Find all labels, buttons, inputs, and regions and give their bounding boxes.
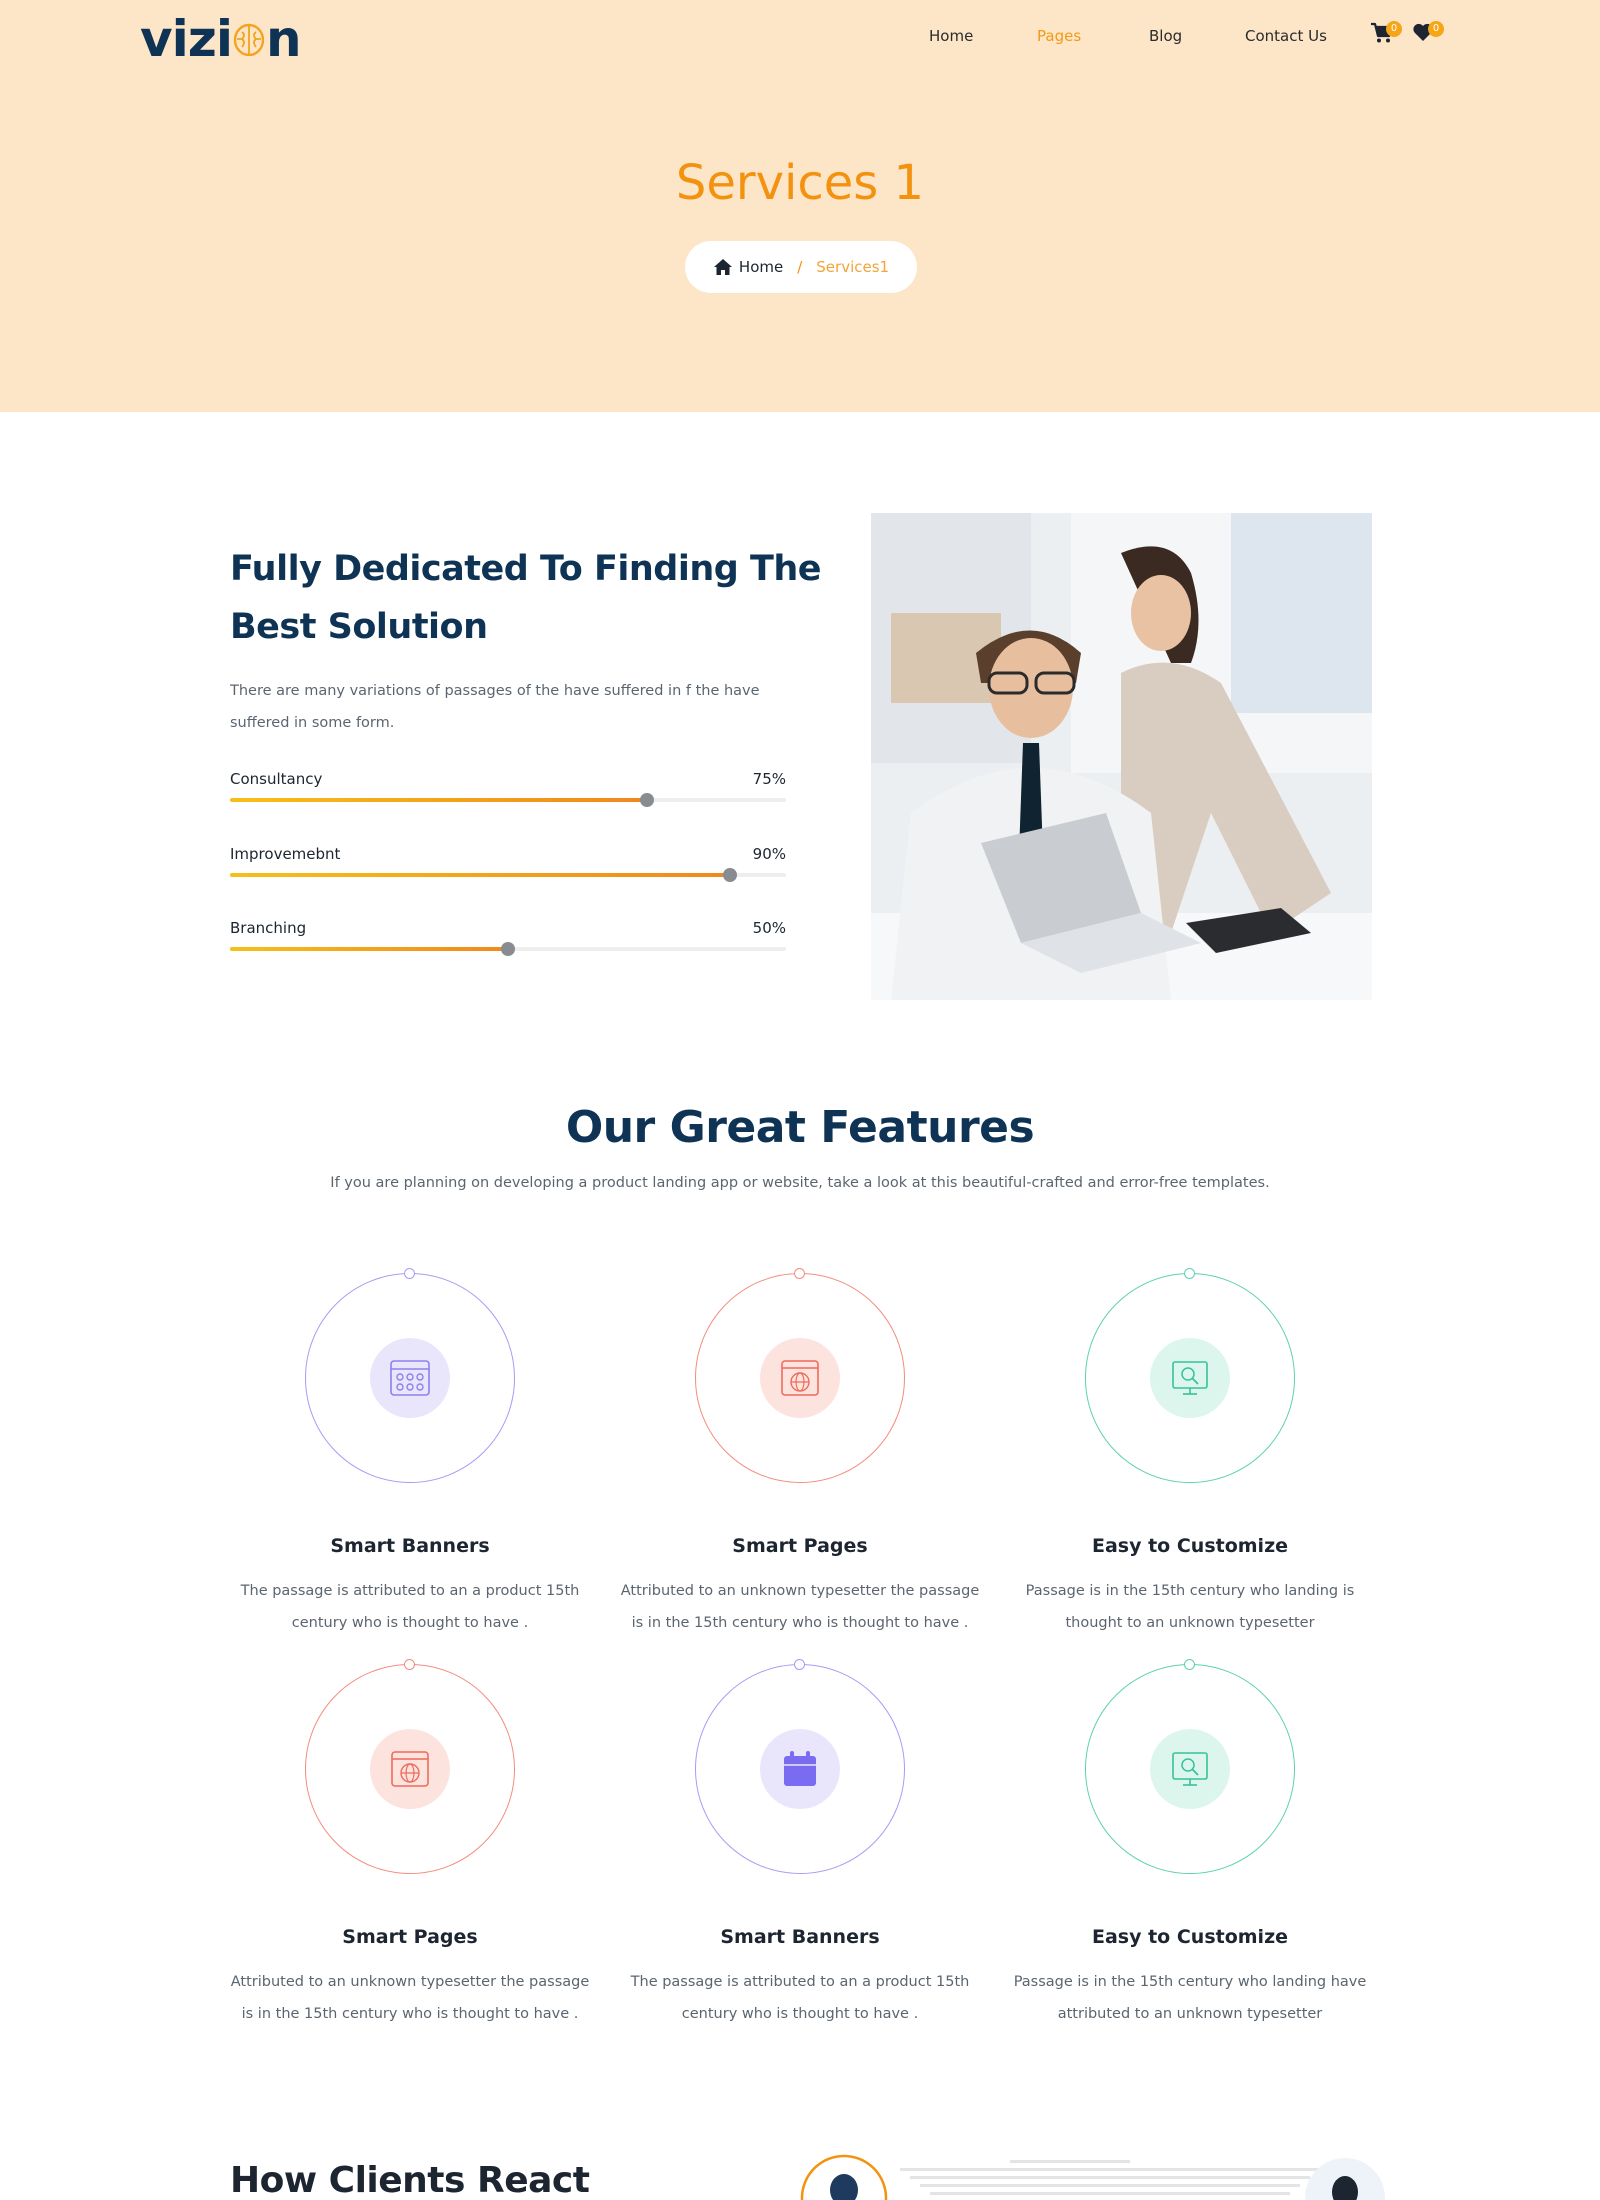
ring-dot <box>404 1659 415 1670</box>
breadcrumb-current: Services1 <box>816 258 890 276</box>
feature-description: The passage is attributed to an a produc… <box>240 1583 580 1631</box>
skill-name: Improvemebnt <box>230 845 341 863</box>
globe-window-icon <box>781 1360 819 1396</box>
clients-heading: How Clients React <box>230 2160 590 2200</box>
skill-fill <box>230 873 731 877</box>
nav-blog[interactable]: Blog <box>1149 27 1182 45</box>
breadcrumb-home-link[interactable]: Home <box>739 258 783 276</box>
team-photo <box>871 513 1372 1000</box>
feature-card[interactable]: Easy to Customize Passage is in the 15th… <box>1000 1659 1380 2054</box>
nav-home[interactable]: Home <box>929 27 973 45</box>
skill-improvement: Improvemebnt 90% <box>230 845 786 885</box>
cart-count-badge: 0 <box>1386 21 1402 37</box>
office-illustration <box>871 513 1372 1000</box>
feature-title: Smart Banners <box>330 1535 490 1557</box>
features-heading: Our Great Features <box>565 1102 1035 1153</box>
breadcrumb-separator: / <box>797 258 803 276</box>
feature-icon-bubble <box>1150 1338 1230 1418</box>
skill-consultancy: Consultancy 75% <box>230 770 786 810</box>
feature-title: Smart Pages <box>732 1535 868 1557</box>
feature-ring <box>1085 1659 1295 1874</box>
clients-illustration <box>800 2150 1390 2200</box>
breadcrumb: Home / Services1 <box>685 241 917 293</box>
ring-dot <box>1184 1268 1195 1279</box>
feature-icon-bubble <box>760 1729 840 1809</box>
feature-card[interactable]: Smart Banners The passage is attributed … <box>610 1659 990 2054</box>
ring-dot <box>794 1268 805 1279</box>
skill-fill <box>230 947 508 951</box>
skill-fill <box>230 798 647 802</box>
skill-percent: 90% <box>752 845 786 863</box>
wishlist-count-badge: 0 <box>1428 21 1444 37</box>
feature-title: Easy to Customize <box>1091 1926 1289 1948</box>
feature-title: Smart Pages <box>342 1926 478 1948</box>
nav-contact[interactable]: Contact Us <box>1245 27 1327 45</box>
feature-card[interactable]: Smart Banners The passage is attributed … <box>220 1268 600 1663</box>
feature-icon-bubble <box>370 1729 450 1809</box>
skill-track <box>230 868 786 882</box>
feature-card[interactable]: Smart Pages Attributed to an unknown typ… <box>610 1268 990 1663</box>
feature-icon-bubble <box>760 1338 840 1418</box>
wishlist-button[interactable]: 0 <box>1412 21 1444 48</box>
feature-card[interactable]: Smart Pages Attributed to an unknown typ… <box>220 1659 600 2054</box>
home-icon <box>713 259 732 275</box>
feature-icon-bubble <box>1150 1729 1230 1809</box>
feature-description: Passage is in the 15th century who landi… <box>1025 1583 1355 1631</box>
feature-description: Attributed to an unknown typesetter the … <box>230 1974 590 2022</box>
monitor-search-icon <box>1172 1752 1208 1786</box>
feature-ring <box>695 1268 905 1483</box>
skill-knob <box>501 942 515 956</box>
ring-dot <box>794 1659 805 1670</box>
calendar-solid-icon <box>784 1751 816 1786</box>
page-title: Services 1 <box>675 155 925 211</box>
feature-description: The passage is attributed to an a produc… <box>630 1974 970 2022</box>
skill-name: Consultancy <box>230 770 323 788</box>
page-header: vizi n Home Pages Blog Contact Us 0 0 Se… <box>0 0 1600 412</box>
nav-pages[interactable]: Pages <box>1037 27 1081 45</box>
calendar-grid-icon <box>390 1360 430 1396</box>
world-map-dots <box>800 2154 1385 2200</box>
main-nav: Home Pages Blog Contact Us <box>0 27 1600 57</box>
feature-description: Passage is in the 15th century who landi… <box>1013 1974 1367 2022</box>
feature-ring <box>305 1659 515 1874</box>
skill-percent: 75% <box>752 770 786 788</box>
feature-description: Attributed to an unknown typesetter the … <box>620 1583 980 1631</box>
monitor-search-icon <box>1172 1361 1208 1395</box>
about-heading: Fully Dedicated To Finding The Best Solu… <box>230 549 822 647</box>
feature-title: Easy to Customize <box>1091 1535 1289 1557</box>
skill-knob <box>640 793 654 807</box>
globe-window-icon <box>391 1751 429 1787</box>
feature-ring <box>695 1659 905 1874</box>
skill-percent: 50% <box>752 919 786 937</box>
skill-name: Branching <box>230 919 307 937</box>
skill-knob <box>723 868 738 882</box>
feature-ring <box>1085 1268 1295 1483</box>
ring-dot <box>1184 1659 1195 1670</box>
feature-card[interactable]: Easy to Customize Passage is in the 15th… <box>1000 1268 1380 1663</box>
features-subtitle: If you are planning on developing a prod… <box>330 1175 1270 1191</box>
cart-button[interactable]: 0 <box>1370 21 1402 48</box>
skill-track <box>230 793 786 807</box>
skill-branching: Branching 50% <box>230 919 786 959</box>
feature-icon-bubble <box>370 1338 450 1418</box>
feature-title: Smart Banners <box>720 1926 880 1948</box>
ring-dot <box>404 1268 415 1279</box>
skill-track <box>230 942 786 956</box>
about-text: There are many variations of passages of… <box>230 683 760 731</box>
feature-ring <box>305 1268 515 1483</box>
